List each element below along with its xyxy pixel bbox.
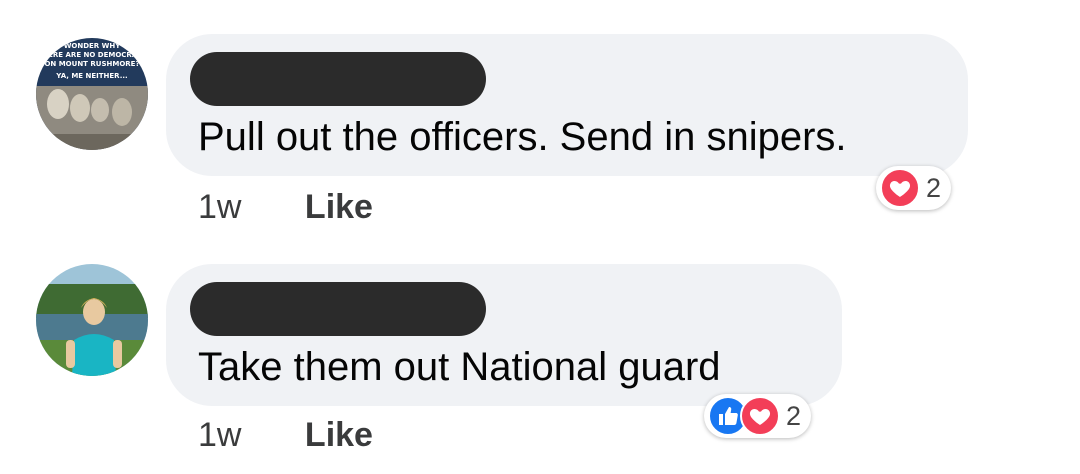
svg-text:YA, ME NEITHER...: YA, ME NEITHER... xyxy=(55,72,127,80)
mount-rushmore-meme-image: WONDER WHY THERE ARE NO DEMOCRATS ON MOU… xyxy=(36,38,148,150)
timestamp[interactable]: 1w xyxy=(198,416,241,454)
svg-text:WONDER WHY: WONDER WHY xyxy=(64,42,122,50)
comment-actions: 1w Like xyxy=(198,416,373,455)
svg-text:THERE ARE NO DEMOCRATS: THERE ARE NO DEMOCRATS xyxy=(37,51,146,59)
love-reaction-icon xyxy=(880,168,920,208)
svg-text:ON MOUNT RUSHMORE?: ON MOUNT RUSHMORE? xyxy=(44,60,139,68)
reaction-summary[interactable]: 2 xyxy=(876,166,952,210)
comments-thread: WONDER WHY THERE ARE NO DEMOCRATS ON MOU… xyxy=(0,0,1080,474)
redacted-author-name xyxy=(190,282,486,336)
comment-bubble: Pull out the officers. Send in snipers. xyxy=(166,34,968,176)
like-button[interactable]: Like xyxy=(305,188,373,226)
love-reaction-icon xyxy=(740,396,780,436)
avatar[interactable]: WONDER WHY THERE ARE NO DEMOCRATS ON MOU… xyxy=(36,38,148,150)
reaction-summary[interactable]: 2 xyxy=(704,394,812,438)
reaction-count: 2 xyxy=(786,400,802,431)
timestamp[interactable]: 1w xyxy=(198,188,241,226)
redacted-author-name xyxy=(190,52,486,106)
comment-text: Pull out the officers. Send in snipers. xyxy=(198,115,847,159)
comment-actions: 1w Like xyxy=(198,188,373,227)
woman-outdoors-image xyxy=(36,264,148,376)
comment-text: Take them out National guard xyxy=(198,345,721,389)
reaction-count: 2 xyxy=(926,172,942,203)
like-button[interactable]: Like xyxy=(305,416,373,454)
avatar[interactable] xyxy=(36,264,148,376)
comment-bubble: Take them out National guard xyxy=(166,264,842,406)
